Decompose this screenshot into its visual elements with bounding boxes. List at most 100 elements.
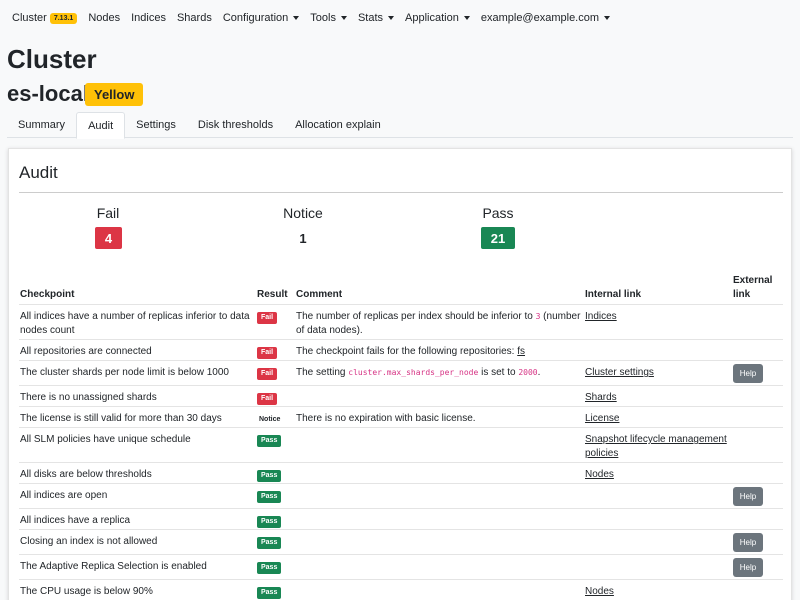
- nav-brand[interactable]: Cluster 7.13.1: [12, 12, 78, 24]
- table-row: Closing an index is not allowed Pass Hel…: [19, 529, 783, 554]
- comment-code: cluster.max_shards_per_node: [348, 368, 479, 377]
- result-badge: Pass: [257, 435, 282, 447]
- tab-audit[interactable]: Audit: [76, 112, 126, 139]
- column-header-result: Result: [257, 289, 288, 300]
- tab-settings[interactable]: Settings: [125, 112, 187, 138]
- nav-indices[interactable]: Indices: [131, 12, 166, 24]
- divider: [19, 192, 783, 193]
- checkpoint-text: All repositories are connected: [20, 346, 152, 357]
- audit-title: Audit: [19, 163, 58, 182]
- result-badge: Fail: [257, 393, 278, 405]
- table-row: The CPU usage is below 90% Pass Nodes: [19, 579, 783, 600]
- result-badge: Pass: [257, 537, 282, 549]
- result-badge: Fail: [257, 368, 278, 380]
- checkpoint-text: nodes count: [20, 325, 75, 336]
- cluster-status-badge: Yellow: [85, 83, 144, 106]
- nav-application-label: Application: [405, 12, 459, 24]
- comment-text: The number of replicas per index should …: [296, 311, 536, 322]
- checkpoint-cell: All indices have a number of replicas in…: [20, 310, 250, 338]
- repository-link[interactable]: fs: [517, 346, 525, 357]
- nav-stats-dropdown[interactable]: Stats: [357, 12, 395, 24]
- nav-brand-label: Cluster: [12, 12, 47, 24]
- comment-code: 2000: [518, 368, 538, 377]
- checkpoint-text: All indices are open: [20, 490, 108, 501]
- table-row: All indices have a replica Pass: [19, 508, 783, 529]
- nav-user-label: example@example.com: [480, 12, 600, 24]
- checkpoint-text: The Adaptive Replica Selection is enable…: [20, 561, 207, 572]
- checkpoint-text: All indices have a replica: [20, 515, 131, 526]
- help-button[interactable]: Help: [733, 487, 763, 506]
- caret-down-icon: [293, 16, 300, 20]
- table-row: All indices have a number of replicas in…: [19, 304, 783, 339]
- checkpoint-text: The CPU usage is below 90%: [20, 586, 153, 597]
- checkpoint-text: There is no unassigned shards: [20, 392, 157, 403]
- pass-summary-label: Pass: [482, 205, 514, 221]
- nav-configuration-dropdown[interactable]: Configuration: [222, 12, 300, 24]
- tab-disk-thresholds[interactable]: Disk thresholds: [187, 112, 284, 138]
- result-badge: Pass: [257, 491, 282, 503]
- fail-summary-label: Fail: [96, 205, 120, 221]
- checkpoint-text: The cluster shards per node limit is bel…: [20, 367, 229, 378]
- help-button[interactable]: Help: [733, 364, 763, 383]
- table-row: All SLM policies have unique schedule Pa…: [19, 427, 783, 462]
- navbar: Cluster 7.13.1 Nodes Indices Shards Conf…: [0, 0, 800, 36]
- tab-summary[interactable]: Summary: [7, 112, 76, 138]
- version-badge: 7.13.1: [49, 12, 78, 24]
- result-badge: Pass: [257, 516, 282, 528]
- internal-link[interactable]: Shards: [585, 391, 617, 405]
- nav-user-dropdown[interactable]: example@example.com: [480, 12, 611, 24]
- comment-text: There is no expiration with basic licens…: [296, 413, 476, 424]
- caret-down-icon: [463, 16, 470, 20]
- internal-link[interactable]: License: [585, 412, 619, 426]
- column-header-external-link-line1: External: [733, 275, 773, 286]
- table-row: All indices are open Pass Help: [19, 483, 783, 508]
- cluster-name: es-local: [7, 81, 89, 106]
- comment-cell: The setting cluster.max_shards_per_node …: [296, 366, 540, 380]
- page-title: Cluster: [7, 44, 97, 74]
- checkpoint-text: The license is still valid for more than…: [20, 413, 222, 424]
- help-button[interactable]: Help: [733, 558, 763, 577]
- comment-text: is set to: [478, 367, 519, 378]
- table-row: The Adaptive Replica Selection is enable…: [19, 554, 783, 579]
- result-badge: Fail: [257, 312, 278, 324]
- nav-tools-dropdown[interactable]: Tools: [310, 12, 347, 24]
- column-header-internal-link: Internal link: [585, 289, 642, 300]
- table-row: The license is still valid for more than…: [19, 406, 783, 427]
- comment-text: The setting: [296, 367, 349, 378]
- nav-nodes[interactable]: Nodes: [88, 12, 120, 24]
- column-header-checkpoint: Checkpoint: [20, 289, 75, 300]
- internal-link[interactable]: Indices: [585, 310, 617, 324]
- checkpoint-text: All disks are below thresholds: [20, 469, 152, 480]
- table-row: There is no unassigned shards Fail Shard…: [19, 385, 783, 406]
- nav-shards[interactable]: Shards: [177, 12, 212, 24]
- table-row: All repositories are connected Fail The …: [19, 339, 783, 360]
- nav-tools-label: Tools: [310, 12, 336, 24]
- result-badge: Notice: [259, 416, 281, 423]
- internal-link-text: Snapshot lifecycle management: [585, 434, 727, 445]
- help-button[interactable]: Help: [733, 533, 763, 552]
- comment-cell: The number of replicas per index should …: [296, 310, 580, 338]
- comment-text: .: [537, 367, 541, 378]
- comment-text: (number: [540, 311, 581, 322]
- nav-configuration-label: Configuration: [222, 12, 289, 24]
- nav-application-dropdown[interactable]: Application: [405, 12, 470, 24]
- internal-link[interactable]: Snapshot lifecycle management policies: [585, 433, 727, 461]
- fail-summary-count: 4: [95, 227, 122, 249]
- caret-down-icon: [604, 16, 611, 20]
- result-badge: Pass: [257, 470, 282, 482]
- tab-allocation-explain[interactable]: Allocation explain: [284, 112, 392, 138]
- notice-summary-label: Notice: [283, 205, 323, 221]
- result-badge: Pass: [257, 562, 282, 574]
- internal-link[interactable]: Nodes: [585, 585, 614, 599]
- column-header-external-link-line2: link: [733, 289, 751, 300]
- table-row: The cluster shards per node limit is bel…: [19, 360, 783, 385]
- comment-cell: The checkpoint fails for the following r…: [296, 345, 525, 359]
- result-badge: Pass: [257, 587, 282, 599]
- table-row: All disks are below thresholds Pass Node…: [19, 462, 783, 483]
- internal-link[interactable]: Nodes: [585, 468, 614, 482]
- pass-summary-count: 21: [481, 227, 515, 249]
- nav-stats-label: Stats: [357, 12, 384, 24]
- comment-text: of data nodes).: [296, 325, 363, 336]
- caret-down-icon: [340, 16, 347, 20]
- internal-link[interactable]: Cluster settings: [585, 366, 654, 380]
